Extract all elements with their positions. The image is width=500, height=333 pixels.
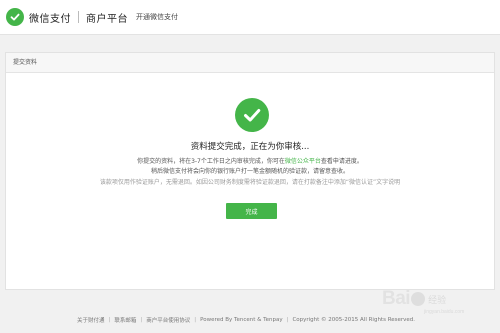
watermark-url: jingyan.baidu.com bbox=[424, 309, 465, 315]
footer-separator: | bbox=[108, 317, 111, 323]
review-message-text: 你提交的资料，将在3-7个工作日之内审核完成，你可在 bbox=[137, 158, 285, 165]
header-divider bbox=[78, 11, 79, 23]
verification-message: 稍后微信支付将会向你的银行账户打一笔金额随机的验证款，请留意查收。 bbox=[150, 168, 349, 175]
checkmark-icon bbox=[235, 98, 269, 132]
page-subtitle: 开通微信支付 bbox=[136, 13, 178, 21]
watermark-logo-text: Bai bbox=[382, 288, 411, 309]
paw-icon bbox=[411, 292, 426, 306]
footer-powered: Powered By Tencent & Tenpay bbox=[200, 317, 283, 323]
brand-name[interactable]: 微信支付 bbox=[29, 10, 71, 25]
footer-separator: | bbox=[286, 317, 289, 323]
refund-note: 该款项仅用作验证账户，无需退回。如因公司财务制度需将验证款退回，请在打款备注中添… bbox=[99, 179, 401, 186]
footer-link-contact[interactable]: 联系邮箱 bbox=[114, 316, 136, 324]
review-message-suffix: 查看申请进度。 bbox=[320, 158, 363, 165]
success-title: 资料提交完成，正在为你审核... bbox=[190, 142, 310, 152]
done-button[interactable]: 完成 bbox=[226, 203, 277, 219]
footer-separator: | bbox=[140, 317, 143, 323]
review-message: 你提交的资料，将在3-7个工作日之内审核完成，你可在微信公众平台查看申请进度。 bbox=[6, 156, 494, 165]
submission-panel: 提交资料 资料提交完成，正在为你审核... 你提交的资料，将在3-7个工作日之内… bbox=[5, 52, 495, 290]
top-header: 微信支付 商户平台 开通微信支付 bbox=[0, 0, 500, 35]
watermark-jingyan: 经验 bbox=[428, 294, 447, 305]
wechat-mp-link[interactable]: 微信公众平台 bbox=[285, 158, 321, 165]
platform-name: 商户平台 bbox=[86, 13, 128, 25]
footer-separator: | bbox=[194, 317, 197, 323]
footer-link-agreement[interactable]: 商户平台使用协议 bbox=[146, 316, 190, 324]
wechat-pay-logo-icon[interactable] bbox=[6, 8, 24, 26]
footer-link-about[interactable]: 关于财付通 bbox=[77, 316, 105, 324]
panel-title: 提交资料 bbox=[6, 53, 494, 73]
baidu-jingyan-watermark: Bai 经验 jingyan.baidu.com bbox=[382, 279, 492, 319]
